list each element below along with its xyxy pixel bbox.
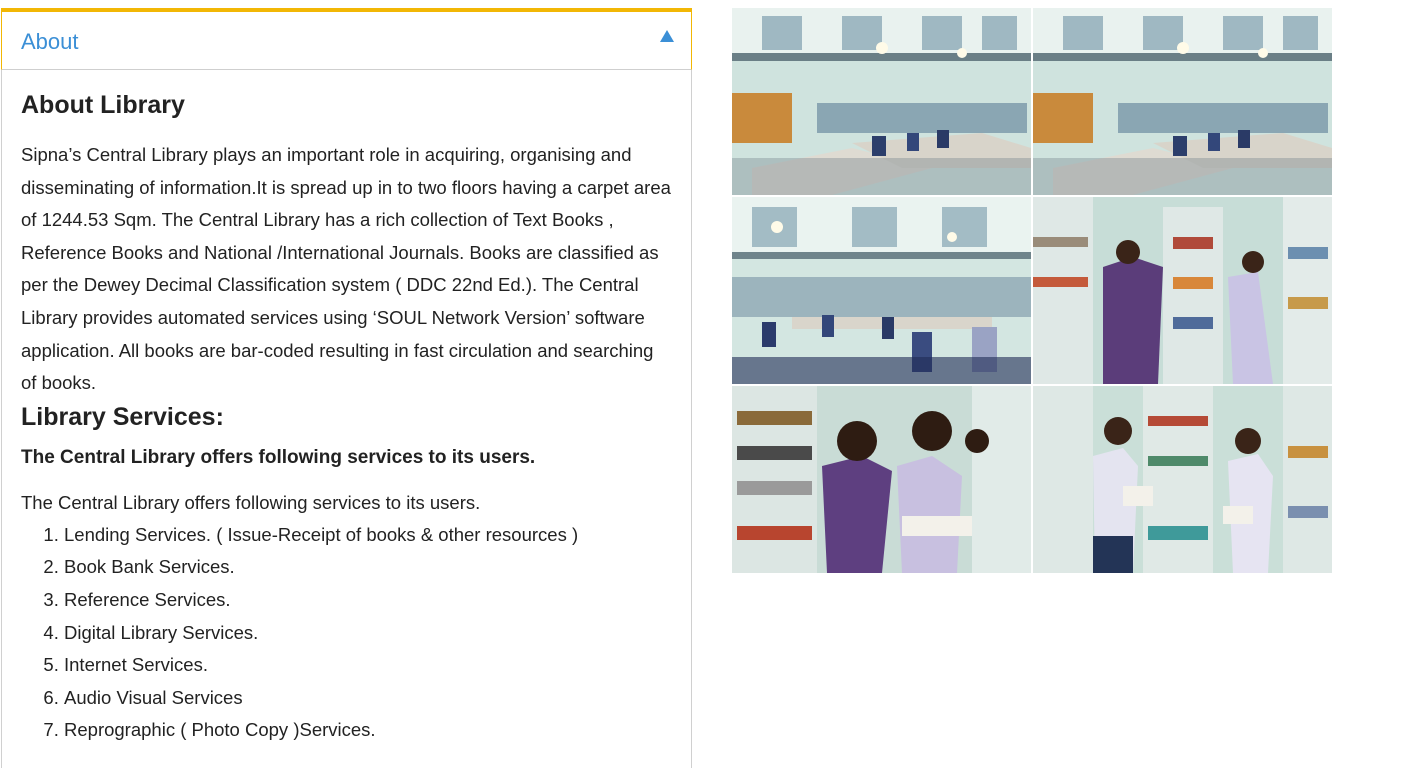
gallery-photo-stacks-closeup[interactable] xyxy=(732,386,1031,573)
about-library-heading: About Library xyxy=(21,91,185,119)
services-intro-text: The Central Library offers following ser… xyxy=(21,491,481,513)
accordion-body: About Library Sipna’s Central Library pl… xyxy=(2,90,691,747)
gallery-photo-reading-hall-1[interactable] xyxy=(732,8,1031,195)
list-item: Lending Services. ( Issue-Receipt of boo… xyxy=(64,519,672,552)
gallery-photo-stacks-readers[interactable] xyxy=(1033,386,1332,573)
library-services-heading: Library Services: xyxy=(21,402,224,431)
gallery-photo-reading-hall-students[interactable] xyxy=(732,197,1031,384)
services-subheading: The Central Library offers following ser… xyxy=(21,446,536,468)
list-item: Reprographic ( Photo Copy )Services. xyxy=(64,714,672,747)
list-item: Reference Services. xyxy=(64,584,672,617)
collapse-triangle-icon[interactable] xyxy=(659,28,675,44)
services-list: Lending Services. ( Issue-Receipt of boo… xyxy=(21,519,672,747)
list-item: Book Bank Services. xyxy=(64,551,672,584)
about-library-paragraph: Sipna’s Central Library plays an importa… xyxy=(21,144,671,394)
about-accordion-panel: About About Library Sipna’s Central Libr… xyxy=(1,8,692,768)
accordion-header[interactable]: About xyxy=(1,8,692,70)
gallery-photo-stacks-students[interactable] xyxy=(1033,197,1332,384)
photo-gallery xyxy=(732,8,1334,574)
list-item: Digital Library Services. xyxy=(64,617,672,650)
gallery-photo-reading-hall-2[interactable] xyxy=(1033,8,1332,195)
list-item: Internet Services. xyxy=(64,649,672,682)
accordion-title: About xyxy=(21,29,79,54)
list-item: Audio Visual Services xyxy=(64,682,672,715)
